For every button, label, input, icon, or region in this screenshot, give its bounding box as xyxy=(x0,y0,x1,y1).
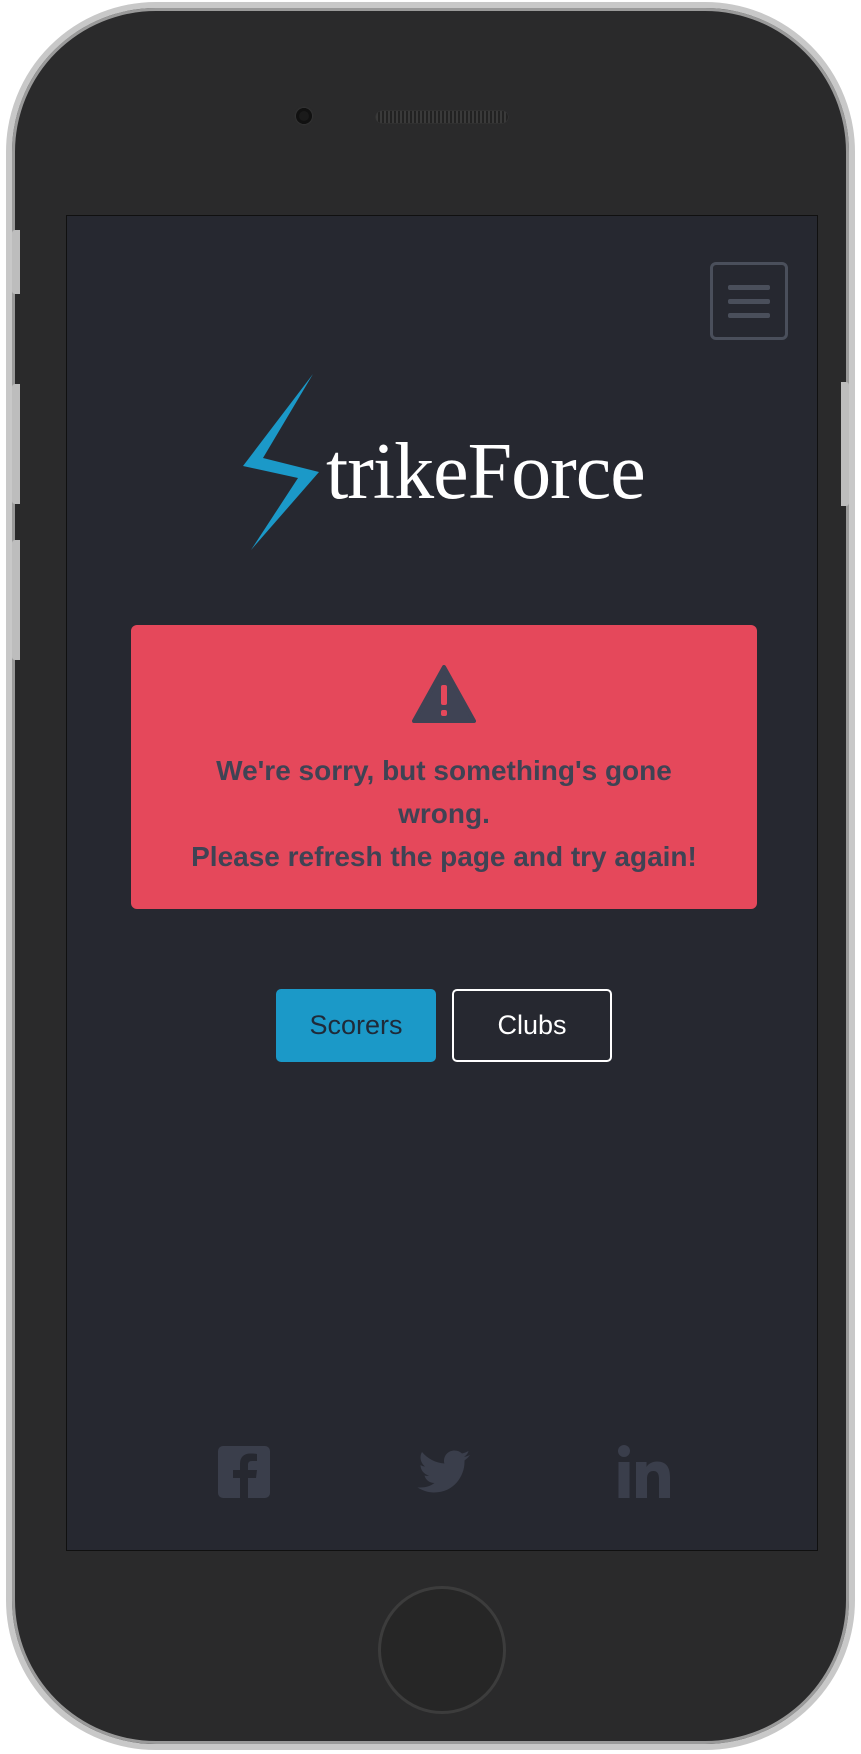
brand-logo[interactable]: trikeForce xyxy=(243,374,663,550)
facebook-icon[interactable] xyxy=(214,1442,274,1502)
lightning-bolt-icon xyxy=(243,374,319,550)
mute-switch xyxy=(12,230,20,294)
volume-up-button xyxy=(12,384,20,504)
home-button[interactable] xyxy=(378,1586,506,1714)
linkedin-icon[interactable] xyxy=(614,1442,674,1502)
brand-name: trikeForce xyxy=(326,428,646,516)
error-line-1: We're sorry, but something's gone wrong. xyxy=(216,755,672,829)
screen: trikeForce We're sorry, but something's … xyxy=(66,215,818,1551)
warning-triangle-icon xyxy=(412,665,476,723)
twitter-icon[interactable] xyxy=(414,1442,474,1502)
power-button xyxy=(841,382,849,506)
phone-frame: trikeForce We're sorry, but something's … xyxy=(6,2,855,1750)
error-alert: We're sorry, but something's gone wrong.… xyxy=(131,625,757,909)
front-camera xyxy=(296,108,312,124)
scorers-button[interactable]: Scorers xyxy=(276,989,436,1062)
volume-down-button xyxy=(12,540,20,660)
hamburger-menu-icon[interactable] xyxy=(710,262,788,340)
clubs-button[interactable]: Clubs xyxy=(452,989,612,1062)
earpiece-speaker xyxy=(376,111,508,123)
error-line-2: Please refresh the page and try again! xyxy=(191,841,697,872)
error-message: We're sorry, but something's gone wrong.… xyxy=(171,749,717,878)
